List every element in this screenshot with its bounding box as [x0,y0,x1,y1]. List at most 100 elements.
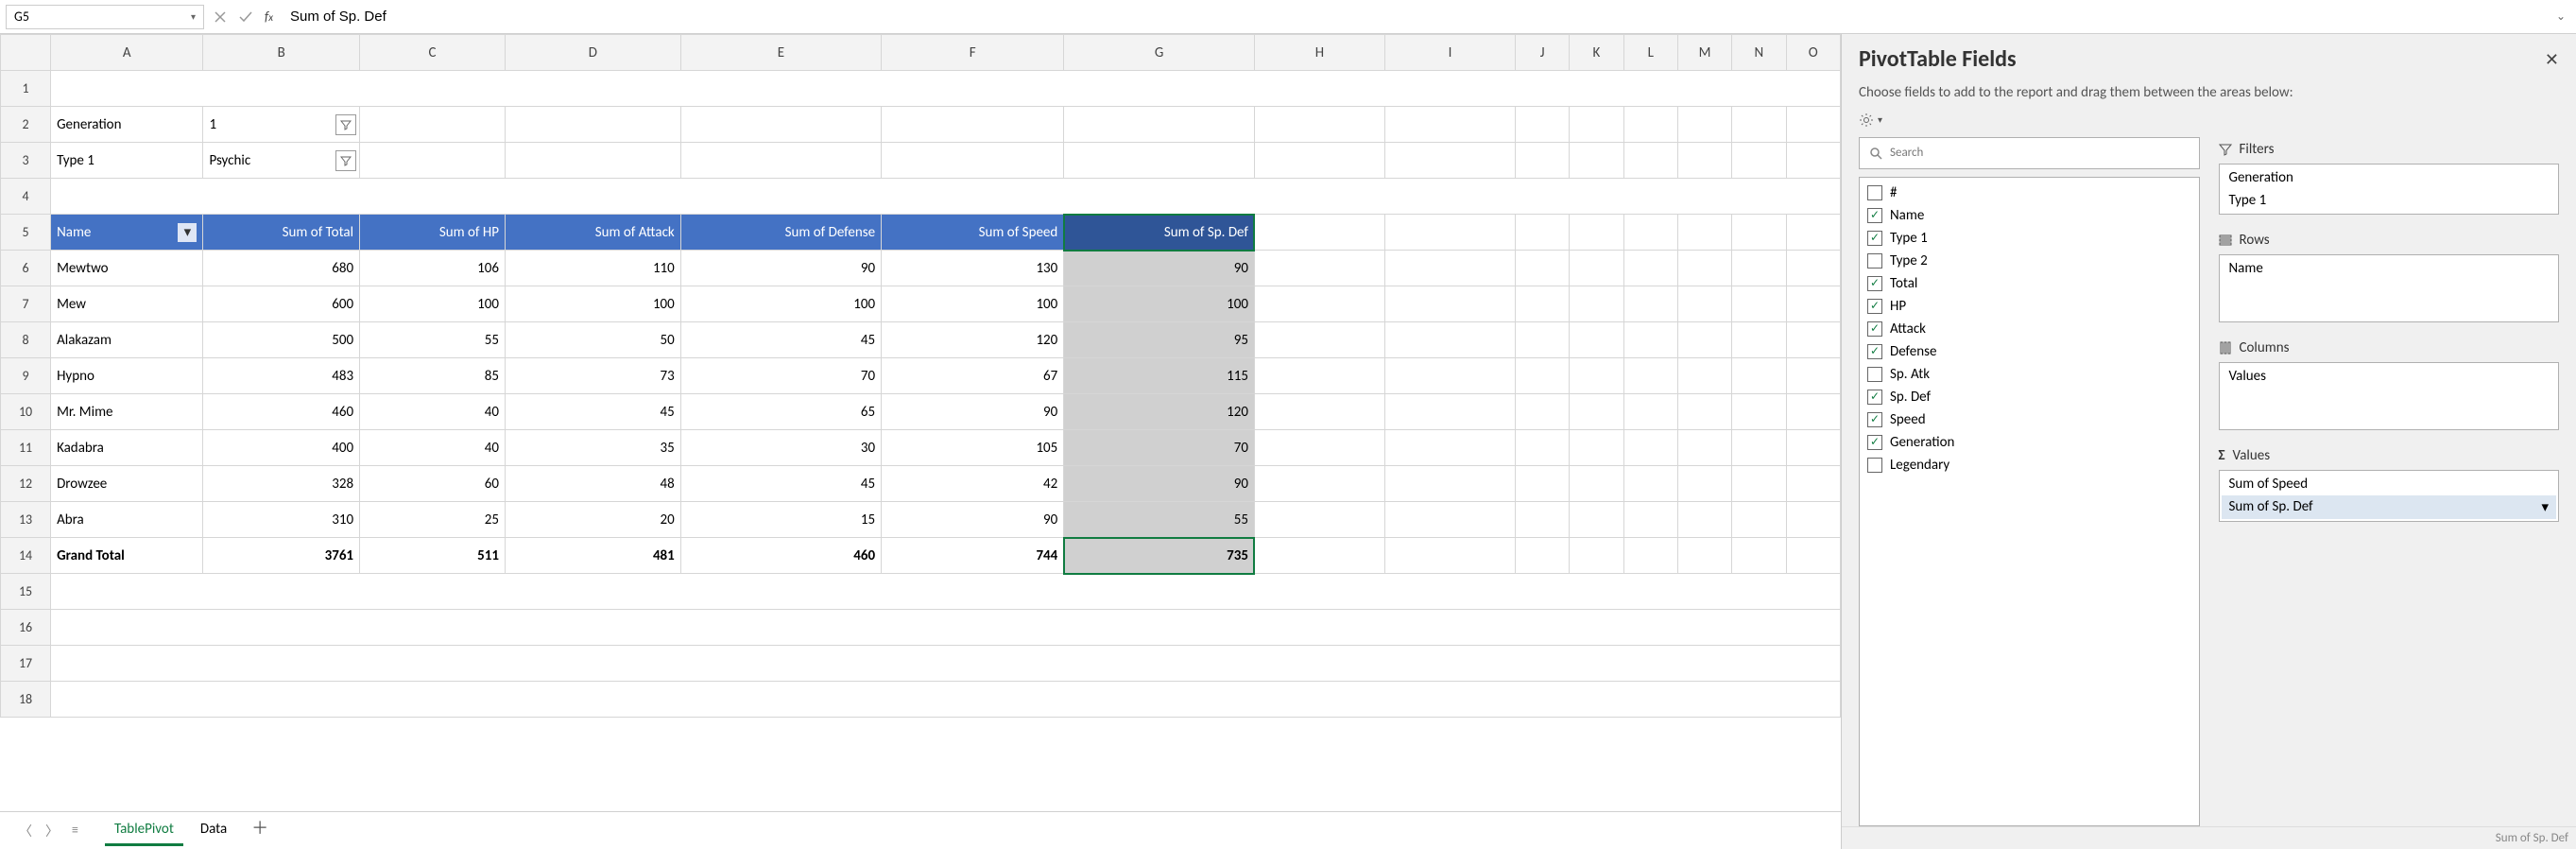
pivot-cell[interactable]: 600 [203,286,360,322]
cell[interactable] [1677,143,1731,179]
cell[interactable] [1384,538,1515,574]
cell[interactable] [1570,502,1623,538]
fx-icon[interactable]: fx [265,9,277,25]
pivot-cell[interactable]: 70 [1064,430,1255,466]
pivot-cell[interactable]: 90 [882,394,1064,430]
cell[interactable] [1786,107,1840,143]
checkbox[interactable] [1867,412,1882,427]
fields-settings-icon[interactable]: ▾ [1859,113,2559,128]
select-all-corner[interactable] [1,35,51,71]
col-header[interactable]: N [1732,35,1786,71]
cell[interactable] [1254,358,1384,394]
cell[interactable] [1384,358,1515,394]
pivot-header[interactable]: Name ▾ [51,215,203,251]
pivot-cell[interactable]: 90 [1064,466,1255,502]
pivot-name-cell[interactable]: Alakazam [51,322,203,358]
cell[interactable] [1570,251,1623,286]
cell[interactable] [1254,143,1384,179]
cell[interactable] [1254,538,1384,574]
col-header[interactable]: L [1623,35,1677,71]
row-header[interactable]: 14 [1,538,51,574]
row-header[interactable]: 7 [1,286,51,322]
cancel-icon[interactable] [214,9,227,24]
cell[interactable] [680,107,881,143]
cell[interactable] [1254,286,1384,322]
cell[interactable] [1677,430,1731,466]
cell[interactable] [1570,394,1623,430]
pivot-cell[interactable]: 70 [680,358,881,394]
zone-rows[interactable]: Name [2219,254,2560,322]
cell[interactable] [1786,358,1840,394]
cell[interactable] [1732,322,1786,358]
cell[interactable] [1570,286,1623,322]
cell[interactable] [1515,251,1569,286]
pivot-cell[interactable]: 55 [1064,502,1255,538]
cell[interactable] [1677,502,1731,538]
cell[interactable] [1570,430,1623,466]
pivot-cell[interactable]: 45 [680,322,881,358]
pivot-cell[interactable]: 460 [203,394,360,430]
row-header[interactable]: 16 [1,610,51,646]
zone-filters[interactable]: Generation Type 1 [2219,164,2560,215]
pivot-cell[interactable]: 120 [1064,394,1255,430]
pivot-cell[interactable]: 100 [1064,286,1255,322]
cell[interactable] [1623,107,1677,143]
cell[interactable] [1384,286,1515,322]
cell[interactable] [1786,215,1840,251]
col-header[interactable]: O [1786,35,1840,71]
close-icon[interactable]: ✕ [2545,49,2559,70]
col-header[interactable]: M [1677,35,1731,71]
pivot-cell[interactable]: 25 [360,502,506,538]
field-item[interactable]: HP [1865,295,2193,318]
grand-total-cell[interactable]: 744 [882,538,1064,574]
fields-search[interactable]: Search [1859,137,2200,169]
field-item[interactable]: Defense [1865,340,2193,363]
cell[interactable] [1786,251,1840,286]
cell[interactable] [1677,322,1731,358]
cell[interactable] [360,107,506,143]
field-item[interactable]: Type 1 [1865,227,2193,250]
pivot-cell[interactable]: 110 [505,251,680,286]
grand-total-cell[interactable]: 511 [360,538,506,574]
cell[interactable] [1570,466,1623,502]
formula-input[interactable] [286,5,2546,29]
field-item[interactable]: Attack [1865,318,2193,340]
pivot-header[interactable]: Sum of Attack [505,215,680,251]
pivot-cell[interactable]: 60 [360,466,506,502]
cell[interactable] [1623,466,1677,502]
cell[interactable] [1254,322,1384,358]
pivot-cell[interactable]: 45 [680,466,881,502]
cell[interactable] [1064,107,1255,143]
row-header[interactable]: 15 [1,574,51,610]
row-header[interactable]: 10 [1,394,51,430]
row-header[interactable]: 8 [1,322,51,358]
grand-total-label[interactable]: Grand Total [51,538,203,574]
row-header[interactable]: 9 [1,358,51,394]
pivot-cell[interactable]: 35 [505,430,680,466]
col-header[interactable]: G [1064,35,1255,71]
cell[interactable] [1623,143,1677,179]
row-header[interactable]: 1 [1,71,51,107]
cell[interactable] [505,143,680,179]
pivot-header-active[interactable]: Sum of Sp. Def [1064,215,1255,251]
cell[interactable] [1677,394,1731,430]
field-item[interactable]: Speed [1865,408,2193,431]
row-header[interactable]: 11 [1,430,51,466]
row-header[interactable]: 4 [1,179,51,215]
cell[interactable] [1623,502,1677,538]
cell[interactable] [1254,251,1384,286]
col-header[interactable]: C [360,35,506,71]
grand-total-cell[interactable]: 481 [505,538,680,574]
pivot-name-cell[interactable]: Drowzee [51,466,203,502]
sheet-prev-icon[interactable]: 〈 [19,822,32,840]
row-header[interactable]: 2 [1,107,51,143]
row-header[interactable]: 5 [1,215,51,251]
pivot-header[interactable]: Sum of Defense [680,215,881,251]
row-header[interactable]: 17 [1,646,51,682]
cell[interactable] [1623,394,1677,430]
cell[interactable] [1570,322,1623,358]
cell[interactable] [51,610,1841,646]
field-item[interactable]: Sp. Def [1865,386,2193,408]
cell[interactable] [1384,143,1515,179]
cell[interactable] [1732,215,1786,251]
